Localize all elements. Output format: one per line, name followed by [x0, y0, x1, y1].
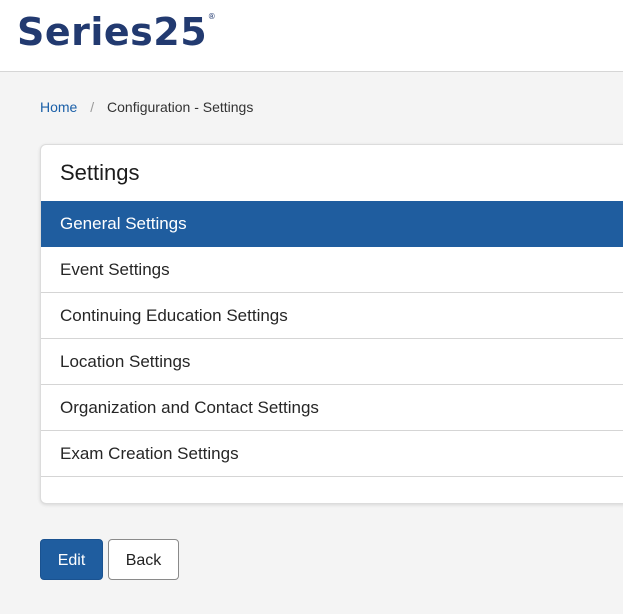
edit-button[interactable]: Edit	[40, 539, 103, 580]
settings-item-event[interactable]: Event Settings	[41, 247, 623, 293]
logo-text: Series25	[17, 10, 208, 54]
series25-logo[interactable]: Series25 ®	[17, 9, 216, 55]
settings-item-continuing-education[interactable]: Continuing Education Settings	[41, 293, 623, 339]
settings-item-organization-contact[interactable]: Organization and Contact Settings	[41, 385, 623, 431]
back-button[interactable]: Back	[108, 539, 179, 580]
breadcrumb: Home / Configuration - Settings	[40, 98, 253, 116]
breadcrumb-home-link[interactable]: Home	[40, 99, 77, 115]
settings-item-location[interactable]: Location Settings	[41, 339, 623, 385]
settings-card: Settings General Settings Event Settings…	[40, 144, 623, 504]
breadcrumb-separator: /	[90, 99, 95, 115]
settings-title: Settings	[60, 160, 140, 185]
settings-item-general[interactable]: General Settings	[41, 201, 623, 247]
settings-list: General Settings Event Settings Continui…	[41, 201, 623, 477]
settings-item-exam-creation[interactable]: Exam Creation Settings	[41, 431, 623, 477]
registered-mark: ®	[207, 12, 217, 21]
breadcrumb-current: Configuration - Settings	[107, 99, 254, 115]
app-header: Series25 ®	[0, 0, 623, 72]
